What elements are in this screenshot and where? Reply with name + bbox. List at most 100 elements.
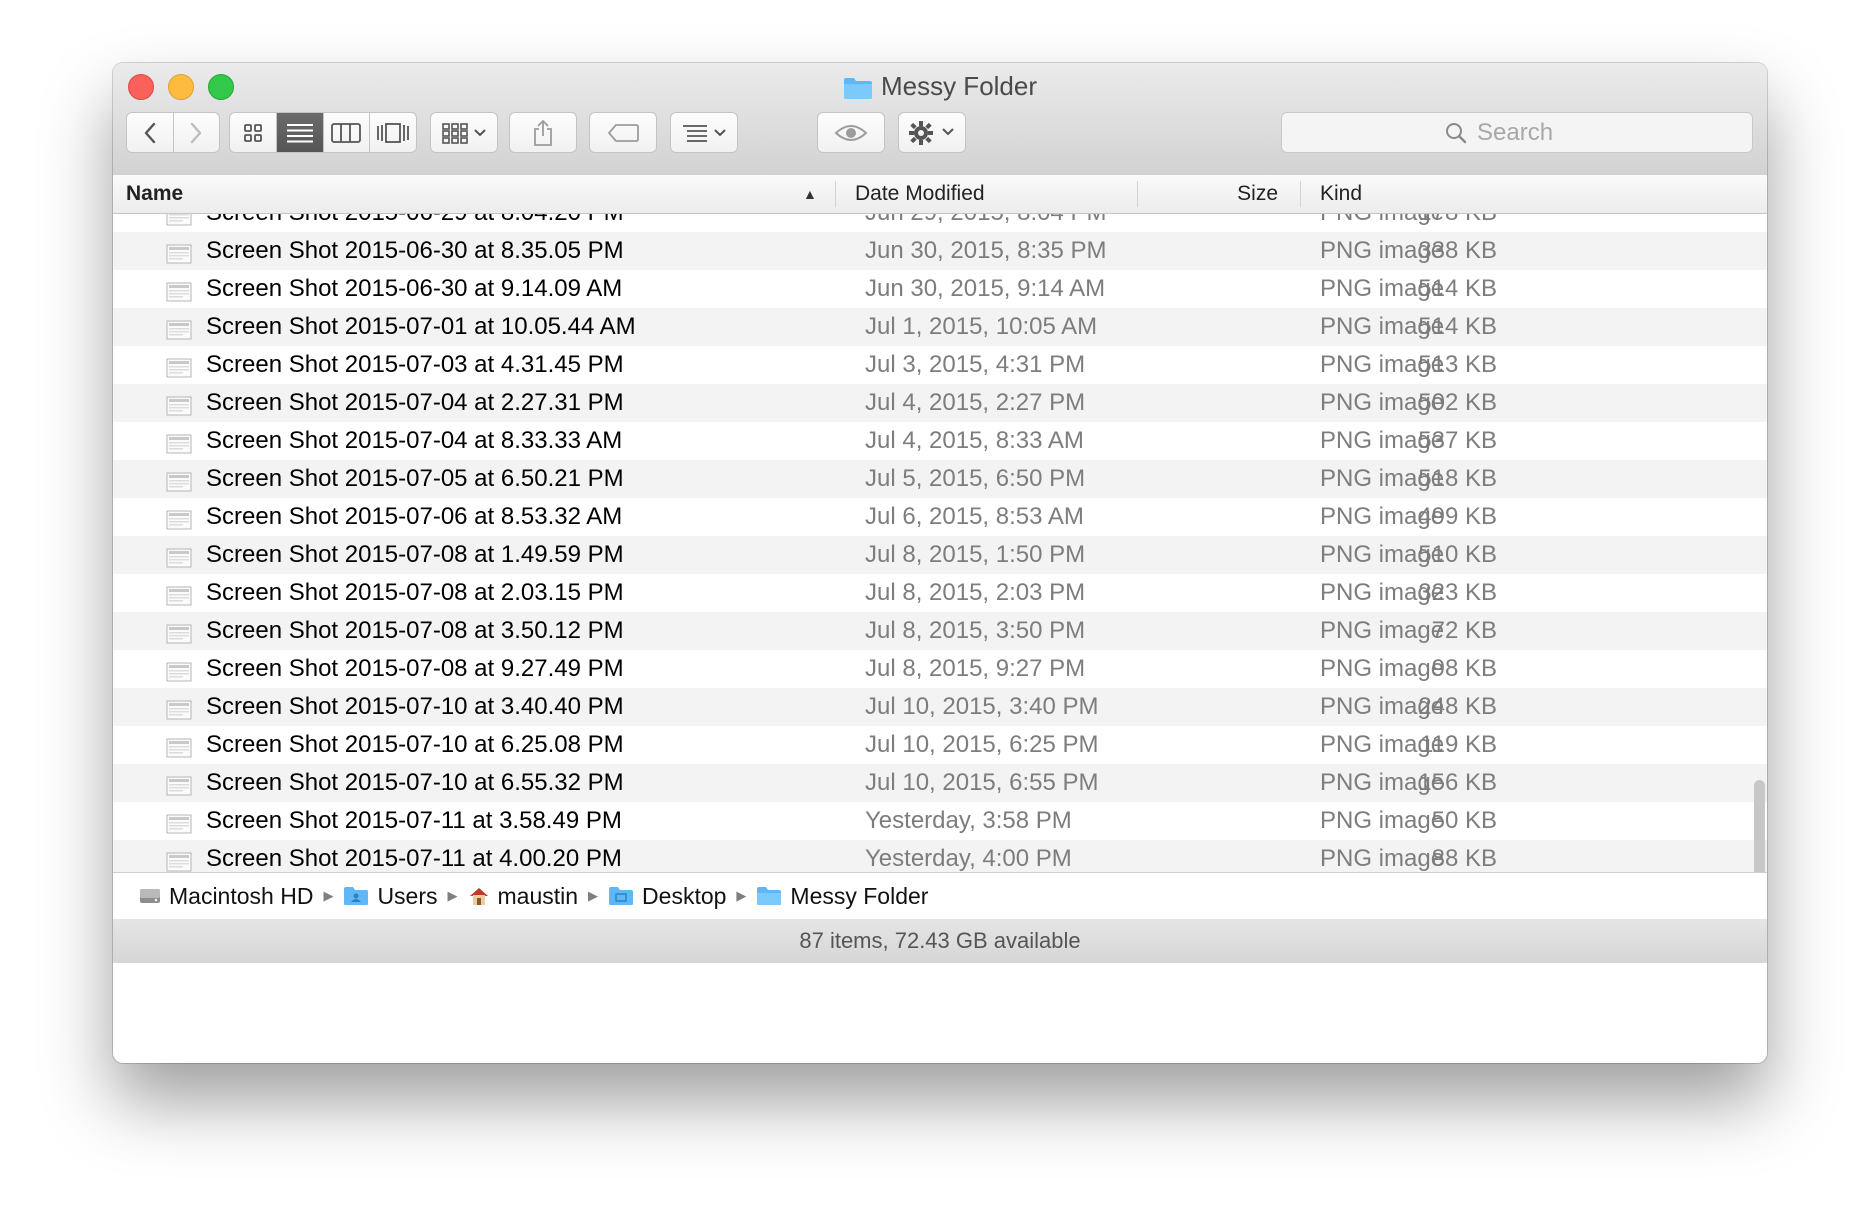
list-view-icon (286, 123, 313, 142)
path-separator-icon: ▶ (588, 888, 599, 903)
file-kind: PNG image (1320, 845, 1445, 872)
path-item-messy-folder[interactable]: Messy Folder (756, 883, 928, 910)
file-row[interactable]: Screen Shot 2015-07-11 at 4.00.20 PM Yest… (113, 840, 1767, 872)
tag-icon (608, 123, 639, 142)
share-button[interactable] (509, 112, 577, 153)
file-row[interactable]: Screen Shot 2015-06-29 at 8.04.20 PM Jun … (113, 214, 1767, 232)
file-name: Screen Shot 2015-06-30 at 9.14.09 AM (206, 275, 623, 302)
png-file-icon (166, 771, 192, 796)
list-view-button[interactable] (275, 113, 323, 152)
cover-flow-icon (377, 122, 410, 143)
file-name: Screen Shot 2015-07-03 at 4.31.45 PM (206, 351, 624, 378)
file-row[interactable]: Screen Shot 2015-07-01 at 10.05.44 AM Jul… (113, 308, 1767, 346)
icon-view-button[interactable] (230, 113, 276, 152)
gear-icon (909, 120, 954, 145)
file-row[interactable]: Screen Shot 2015-07-08 at 1.49.59 PM Jul … (113, 536, 1767, 574)
file-kind: PNG image (1320, 237, 1445, 264)
arrange-button[interactable] (430, 112, 498, 153)
png-file-icon (166, 214, 192, 226)
file-row[interactable]: Screen Shot 2015-07-05 at 6.50.21 PM Jul … (113, 460, 1767, 498)
file-date-modified: Jul 8, 2015, 3:50 PM (865, 617, 1086, 644)
file-date-modified: Jul 10, 2015, 6:55 PM (865, 769, 1099, 796)
file-row[interactable]: Screen Shot 2015-07-10 at 6.55.32 PM Jul … (113, 764, 1767, 802)
file-date-modified: Jun 29, 2015, 8:04 PM (865, 214, 1107, 232)
file-name: Screen Shot 2015-07-08 at 2.03.15 PM (206, 579, 624, 606)
file-row[interactable]: Screen Shot 2015-07-08 at 9.27.49 PM Jul … (113, 650, 1767, 688)
column-divider[interactable] (835, 181, 836, 207)
file-date-modified: Jul 8, 2015, 2:03 PM (865, 579, 1086, 606)
path-separator-icon: ▶ (736, 888, 747, 903)
sort-ascending-icon[interactable]: ▲ (803, 175, 817, 213)
column-view-icon (331, 122, 362, 143)
column-divider[interactable] (1300, 181, 1301, 207)
png-file-icon (166, 809, 192, 834)
file-kind: PNG image (1320, 807, 1445, 834)
file-row[interactable]: Screen Shot 2015-07-11 at 3.58.49 PM Yest… (113, 802, 1767, 840)
file-date-modified: Jul 3, 2015, 4:31 PM (865, 351, 1086, 378)
search-input[interactable] (1475, 117, 1589, 148)
file-name: Screen Shot 2015-07-08 at 1.49.59 PM (206, 541, 624, 568)
file-name: Screen Shot 2015-07-06 at 8.53.32 AM (206, 503, 623, 530)
column-size-header[interactable]: Size (1237, 175, 1278, 213)
file-kind: PNG image (1320, 655, 1445, 682)
path-item-maustin[interactable]: maustin ▶ (468, 882, 599, 910)
sort-button[interactable] (670, 112, 738, 153)
action-button[interactable] (898, 112, 966, 153)
file-row[interactable]: Screen Shot 2015-07-04 at 2.27.31 PM Jul … (113, 384, 1767, 422)
file-row[interactable]: Screen Shot 2015-07-04 at 8.33.33 AM Jul … (113, 422, 1767, 460)
png-file-icon (166, 277, 192, 302)
search-field[interactable] (1281, 112, 1753, 153)
file-row[interactable]: Screen Shot 2015-07-08 at 3.50.12 PM Jul … (113, 612, 1767, 650)
tag-button[interactable] (589, 112, 657, 153)
icon-view-icon (243, 123, 262, 142)
file-name: Screen Shot 2015-07-10 at 3.40.40 PM (206, 693, 624, 720)
hard-drive-icon (139, 886, 161, 906)
path-item-users[interactable]: Users ▶ (343, 883, 458, 910)
column-name-header[interactable]: Name (126, 175, 183, 213)
desktop-folder-icon (608, 886, 634, 906)
file-row[interactable]: Screen Shot 2015-07-10 at 3.40.40 PM Jul … (113, 688, 1767, 726)
png-file-icon (166, 543, 192, 568)
cover-flow-button[interactable] (369, 113, 416, 152)
column-date-header[interactable]: Date Modified (855, 175, 985, 213)
file-date-modified: Jul 4, 2015, 8:33 AM (865, 427, 1084, 454)
png-file-icon (166, 847, 192, 872)
column-kind-header[interactable]: Kind (1320, 175, 1362, 213)
png-file-icon (166, 581, 192, 606)
file-row[interactable]: Screen Shot 2015-07-10 at 6.25.08 PM Jul … (113, 726, 1767, 764)
back-forward-control (126, 112, 220, 153)
file-kind: PNG image (1320, 214, 1444, 232)
column-view-button[interactable] (322, 113, 370, 152)
path-item-label: Desktop (642, 882, 727, 909)
vertical-scrollbar[interactable] (1754, 780, 1765, 872)
png-file-icon (166, 315, 192, 340)
file-name: Screen Shot 2015-07-11 at 4.00.20 PM (206, 845, 622, 872)
file-row[interactable]: Screen Shot 2015-07-06 at 8.53.32 AM Jul … (113, 498, 1767, 536)
window-title: Messy Folder (113, 71, 1767, 106)
file-row[interactable]: Screen Shot 2015-06-30 at 9.14.09 AM Jun … (113, 270, 1767, 308)
png-file-icon (166, 467, 192, 492)
file-row[interactable]: Screen Shot 2015-07-08 at 2.03.15 PM Jul … (113, 574, 1767, 612)
status-bar: 87 items, 72.43 GB available (113, 919, 1767, 963)
file-kind: PNG image (1320, 731, 1445, 758)
path-item-label: maustin (497, 882, 579, 909)
file-row[interactable]: Screen Shot 2015-07-03 at 4.31.45 PM Jul … (113, 346, 1767, 384)
file-name: Screen Shot 2015-07-11 at 3.58.49 PM (206, 807, 622, 834)
file-kind: PNG image (1320, 465, 1445, 492)
path-item-label: Messy Folder (790, 882, 929, 909)
search-icon (1446, 122, 1467, 143)
file-row[interactable]: Screen Shot 2015-06-30 at 8.35.05 PM Jun … (113, 232, 1767, 270)
file-list[interactable]: Screen Shot 2015-06-29 at 8.04.20 PM Jun … (113, 214, 1767, 872)
file-date-modified: Jul 4, 2015, 2:27 PM (865, 389, 1086, 416)
chevron-right-icon (191, 122, 202, 143)
path-item-macintosh-hd[interactable]: Macintosh HD ▶ (139, 883, 333, 910)
forward-button[interactable] (172, 113, 220, 152)
file-date-modified: Yesterday, 3:58 PM (865, 807, 1072, 834)
column-divider[interactable] (1137, 181, 1138, 207)
back-button[interactable] (127, 113, 173, 152)
path-item-desktop[interactable]: Desktop ▶ (608, 883, 746, 910)
quick-look-button[interactable] (817, 112, 885, 153)
file-kind: PNG image (1320, 503, 1445, 530)
png-file-icon (166, 505, 192, 530)
file-date-modified: Jul 10, 2015, 6:25 PM (865, 731, 1099, 758)
